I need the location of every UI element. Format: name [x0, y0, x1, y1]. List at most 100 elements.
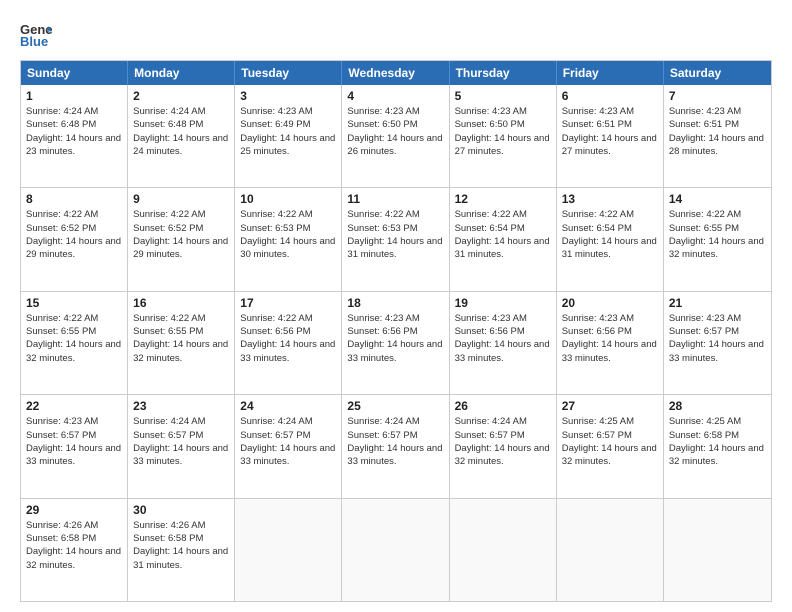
logo-icon: General Blue	[20, 18, 52, 50]
day-info: Sunrise: 4:23 AMSunset: 6:56 PMDaylight:…	[347, 312, 443, 365]
day-number: 26	[455, 399, 551, 413]
cal-cell: 27 Sunrise: 4:25 AMSunset: 6:57 PMDayligh…	[557, 395, 664, 497]
day-number: 13	[562, 192, 658, 206]
cal-cell: 21Sunrise: 4:23 AMSunset: 6:57 PMDayligh…	[664, 292, 771, 394]
calendar-header-row: SundayMondayTuesdayWednesdayThursdayFrid…	[21, 61, 771, 85]
header: General Blue	[20, 18, 772, 50]
day-info: Sunrise: 4:23 AMSunset: 6:50 PMDaylight:…	[455, 105, 551, 158]
cal-cell: 30 Sunrise: 4:26 AMSunset: 6:58 PMDayligh…	[128, 499, 235, 601]
cal-cell	[342, 499, 449, 601]
day-number: 1	[26, 89, 122, 103]
day-info: Sunrise: 4:22 AMSunset: 6:55 PMDaylight:…	[133, 312, 229, 365]
day-number: 20	[562, 296, 658, 310]
day-info: Sunrise: 4:24 AMSunset: 6:57 PMDaylight:…	[455, 415, 551, 468]
cal-cell: 14 Sunrise: 4:22 AMSunset: 6:55 PMDayligh…	[664, 188, 771, 290]
cal-cell: 2 Sunrise: 4:24 AMSunset: 6:48 PMDaylight…	[128, 85, 235, 187]
day-info: Sunrise: 4:22 AMSunset: 6:56 PMDaylight:…	[240, 312, 336, 365]
day-info: Sunrise: 4:22 AMSunset: 6:53 PMDaylight:…	[347, 208, 443, 261]
cal-header-cell: Monday	[128, 61, 235, 85]
day-info: Sunrise: 4:24 AMSunset: 6:57 PMDaylight:…	[240, 415, 336, 468]
cal-cell: 19Sunrise: 4:23 AMSunset: 6:56 PMDayligh…	[450, 292, 557, 394]
calendar-body: 1 Sunrise: 4:24 AMSunset: 6:48 PMDaylight…	[21, 85, 771, 601]
day-info: Sunrise: 4:26 AMSunset: 6:58 PMDaylight:…	[133, 519, 229, 572]
cal-cell: 13 Sunrise: 4:22 AMSunset: 6:54 PMDayligh…	[557, 188, 664, 290]
cal-cell: 25 Sunrise: 4:24 AMSunset: 6:57 PMDayligh…	[342, 395, 449, 497]
day-number: 10	[240, 192, 336, 206]
cal-week: 22Sunrise: 4:23 AMSunset: 6:57 PMDayligh…	[21, 395, 771, 498]
day-info: Sunrise: 4:26 AMSunset: 6:58 PMDaylight:…	[26, 519, 122, 572]
day-info: Sunrise: 4:23 AMSunset: 6:57 PMDaylight:…	[669, 312, 766, 365]
cal-week: 29 Sunrise: 4:26 AMSunset: 6:58 PMDayligh…	[21, 499, 771, 601]
day-number: 15	[26, 296, 122, 310]
day-number: 16	[133, 296, 229, 310]
day-info: Sunrise: 4:23 AMSunset: 6:56 PMDaylight:…	[562, 312, 658, 365]
cal-cell: 7 Sunrise: 4:23 AMSunset: 6:51 PMDaylight…	[664, 85, 771, 187]
cal-cell: 18 Sunrise: 4:23 AMSunset: 6:56 PMDayligh…	[342, 292, 449, 394]
cal-cell: 12 Sunrise: 4:22 AMSunset: 6:54 PMDayligh…	[450, 188, 557, 290]
cal-cell: 11Sunrise: 4:22 AMSunset: 6:53 PMDayligh…	[342, 188, 449, 290]
logo: General Blue	[20, 18, 56, 50]
cal-cell: 24Sunrise: 4:24 AMSunset: 6:57 PMDayligh…	[235, 395, 342, 497]
day-info: Sunrise: 4:22 AMSunset: 6:53 PMDaylight:…	[240, 208, 336, 261]
cal-week: 15 Sunrise: 4:22 AMSunset: 6:55 PMDayligh…	[21, 292, 771, 395]
cal-cell: 28 Sunrise: 4:25 AMSunset: 6:58 PMDayligh…	[664, 395, 771, 497]
cal-cell	[664, 499, 771, 601]
day-info: Sunrise: 4:22 AMSunset: 6:55 PMDaylight:…	[26, 312, 122, 365]
svg-text:Blue: Blue	[20, 34, 48, 49]
cal-cell: 17 Sunrise: 4:22 AMSunset: 6:56 PMDayligh…	[235, 292, 342, 394]
day-number: 23	[133, 399, 229, 413]
cal-cell	[450, 499, 557, 601]
cal-week: 8 Sunrise: 4:22 AMSunset: 6:52 PMDaylight…	[21, 188, 771, 291]
day-number: 14	[669, 192, 766, 206]
day-number: 29	[26, 503, 122, 517]
cal-cell	[235, 499, 342, 601]
day-number: 7	[669, 89, 766, 103]
day-number: 28	[669, 399, 766, 413]
day-info: Sunrise: 4:23 AMSunset: 6:51 PMDaylight:…	[669, 105, 766, 158]
day-info: Sunrise: 4:25 AMSunset: 6:58 PMDaylight:…	[669, 415, 766, 468]
day-info: Sunrise: 4:23 AMSunset: 6:50 PMDaylight:…	[347, 105, 443, 158]
day-info: Sunrise: 4:22 AMSunset: 6:54 PMDaylight:…	[562, 208, 658, 261]
cal-cell: 3 Sunrise: 4:23 AMSunset: 6:49 PMDaylight…	[235, 85, 342, 187]
day-number: 25	[347, 399, 443, 413]
day-number: 8	[26, 192, 122, 206]
page: General Blue SundayMondayTuesdayWednesda…	[0, 0, 792, 612]
cal-cell: 29 Sunrise: 4:26 AMSunset: 6:58 PMDayligh…	[21, 499, 128, 601]
day-info: Sunrise: 4:24 AMSunset: 6:48 PMDaylight:…	[26, 105, 122, 158]
day-info: Sunrise: 4:25 AMSunset: 6:57 PMDaylight:…	[562, 415, 658, 468]
day-number: 5	[455, 89, 551, 103]
day-info: Sunrise: 4:23 AMSunset: 6:56 PMDaylight:…	[455, 312, 551, 365]
calendar: SundayMondayTuesdayWednesdayThursdayFrid…	[20, 60, 772, 602]
cal-cell: 22Sunrise: 4:23 AMSunset: 6:57 PMDayligh…	[21, 395, 128, 497]
day-info: Sunrise: 4:22 AMSunset: 6:54 PMDaylight:…	[455, 208, 551, 261]
day-number: 27	[562, 399, 658, 413]
cal-header-cell: Thursday	[450, 61, 557, 85]
cal-cell: 15 Sunrise: 4:22 AMSunset: 6:55 PMDayligh…	[21, 292, 128, 394]
day-number: 9	[133, 192, 229, 206]
day-number: 18	[347, 296, 443, 310]
day-number: 17	[240, 296, 336, 310]
cal-header-cell: Sunday	[21, 61, 128, 85]
cal-cell	[557, 499, 664, 601]
day-number: 30	[133, 503, 229, 517]
cal-header-cell: Wednesday	[342, 61, 449, 85]
day-info: Sunrise: 4:22 AMSunset: 6:55 PMDaylight:…	[669, 208, 766, 261]
day-number: 3	[240, 89, 336, 103]
day-info: Sunrise: 4:24 AMSunset: 6:48 PMDaylight:…	[133, 105, 229, 158]
day-info: Sunrise: 4:23 AMSunset: 6:49 PMDaylight:…	[240, 105, 336, 158]
cal-cell: 8Sunrise: 4:22 AMSunset: 6:52 PMDaylight…	[21, 188, 128, 290]
cal-cell: 23 Sunrise: 4:24 AMSunset: 6:57 PMDayligh…	[128, 395, 235, 497]
cal-cell: 20 Sunrise: 4:23 AMSunset: 6:56 PMDayligh…	[557, 292, 664, 394]
cal-header-cell: Saturday	[664, 61, 771, 85]
day-info: Sunrise: 4:24 AMSunset: 6:57 PMDaylight:…	[347, 415, 443, 468]
day-info: Sunrise: 4:24 AMSunset: 6:57 PMDaylight:…	[133, 415, 229, 468]
day-number: 4	[347, 89, 443, 103]
cal-cell: 9 Sunrise: 4:22 AMSunset: 6:52 PMDaylight…	[128, 188, 235, 290]
day-info: Sunrise: 4:22 AMSunset: 6:52 PMDaylight:…	[133, 208, 229, 261]
day-number: 2	[133, 89, 229, 103]
cal-cell: 1 Sunrise: 4:24 AMSunset: 6:48 PMDaylight…	[21, 85, 128, 187]
day-number: 12	[455, 192, 551, 206]
cal-cell: 16 Sunrise: 4:22 AMSunset: 6:55 PMDayligh…	[128, 292, 235, 394]
cal-header-cell: Tuesday	[235, 61, 342, 85]
cal-week: 1 Sunrise: 4:24 AMSunset: 6:48 PMDaylight…	[21, 85, 771, 188]
